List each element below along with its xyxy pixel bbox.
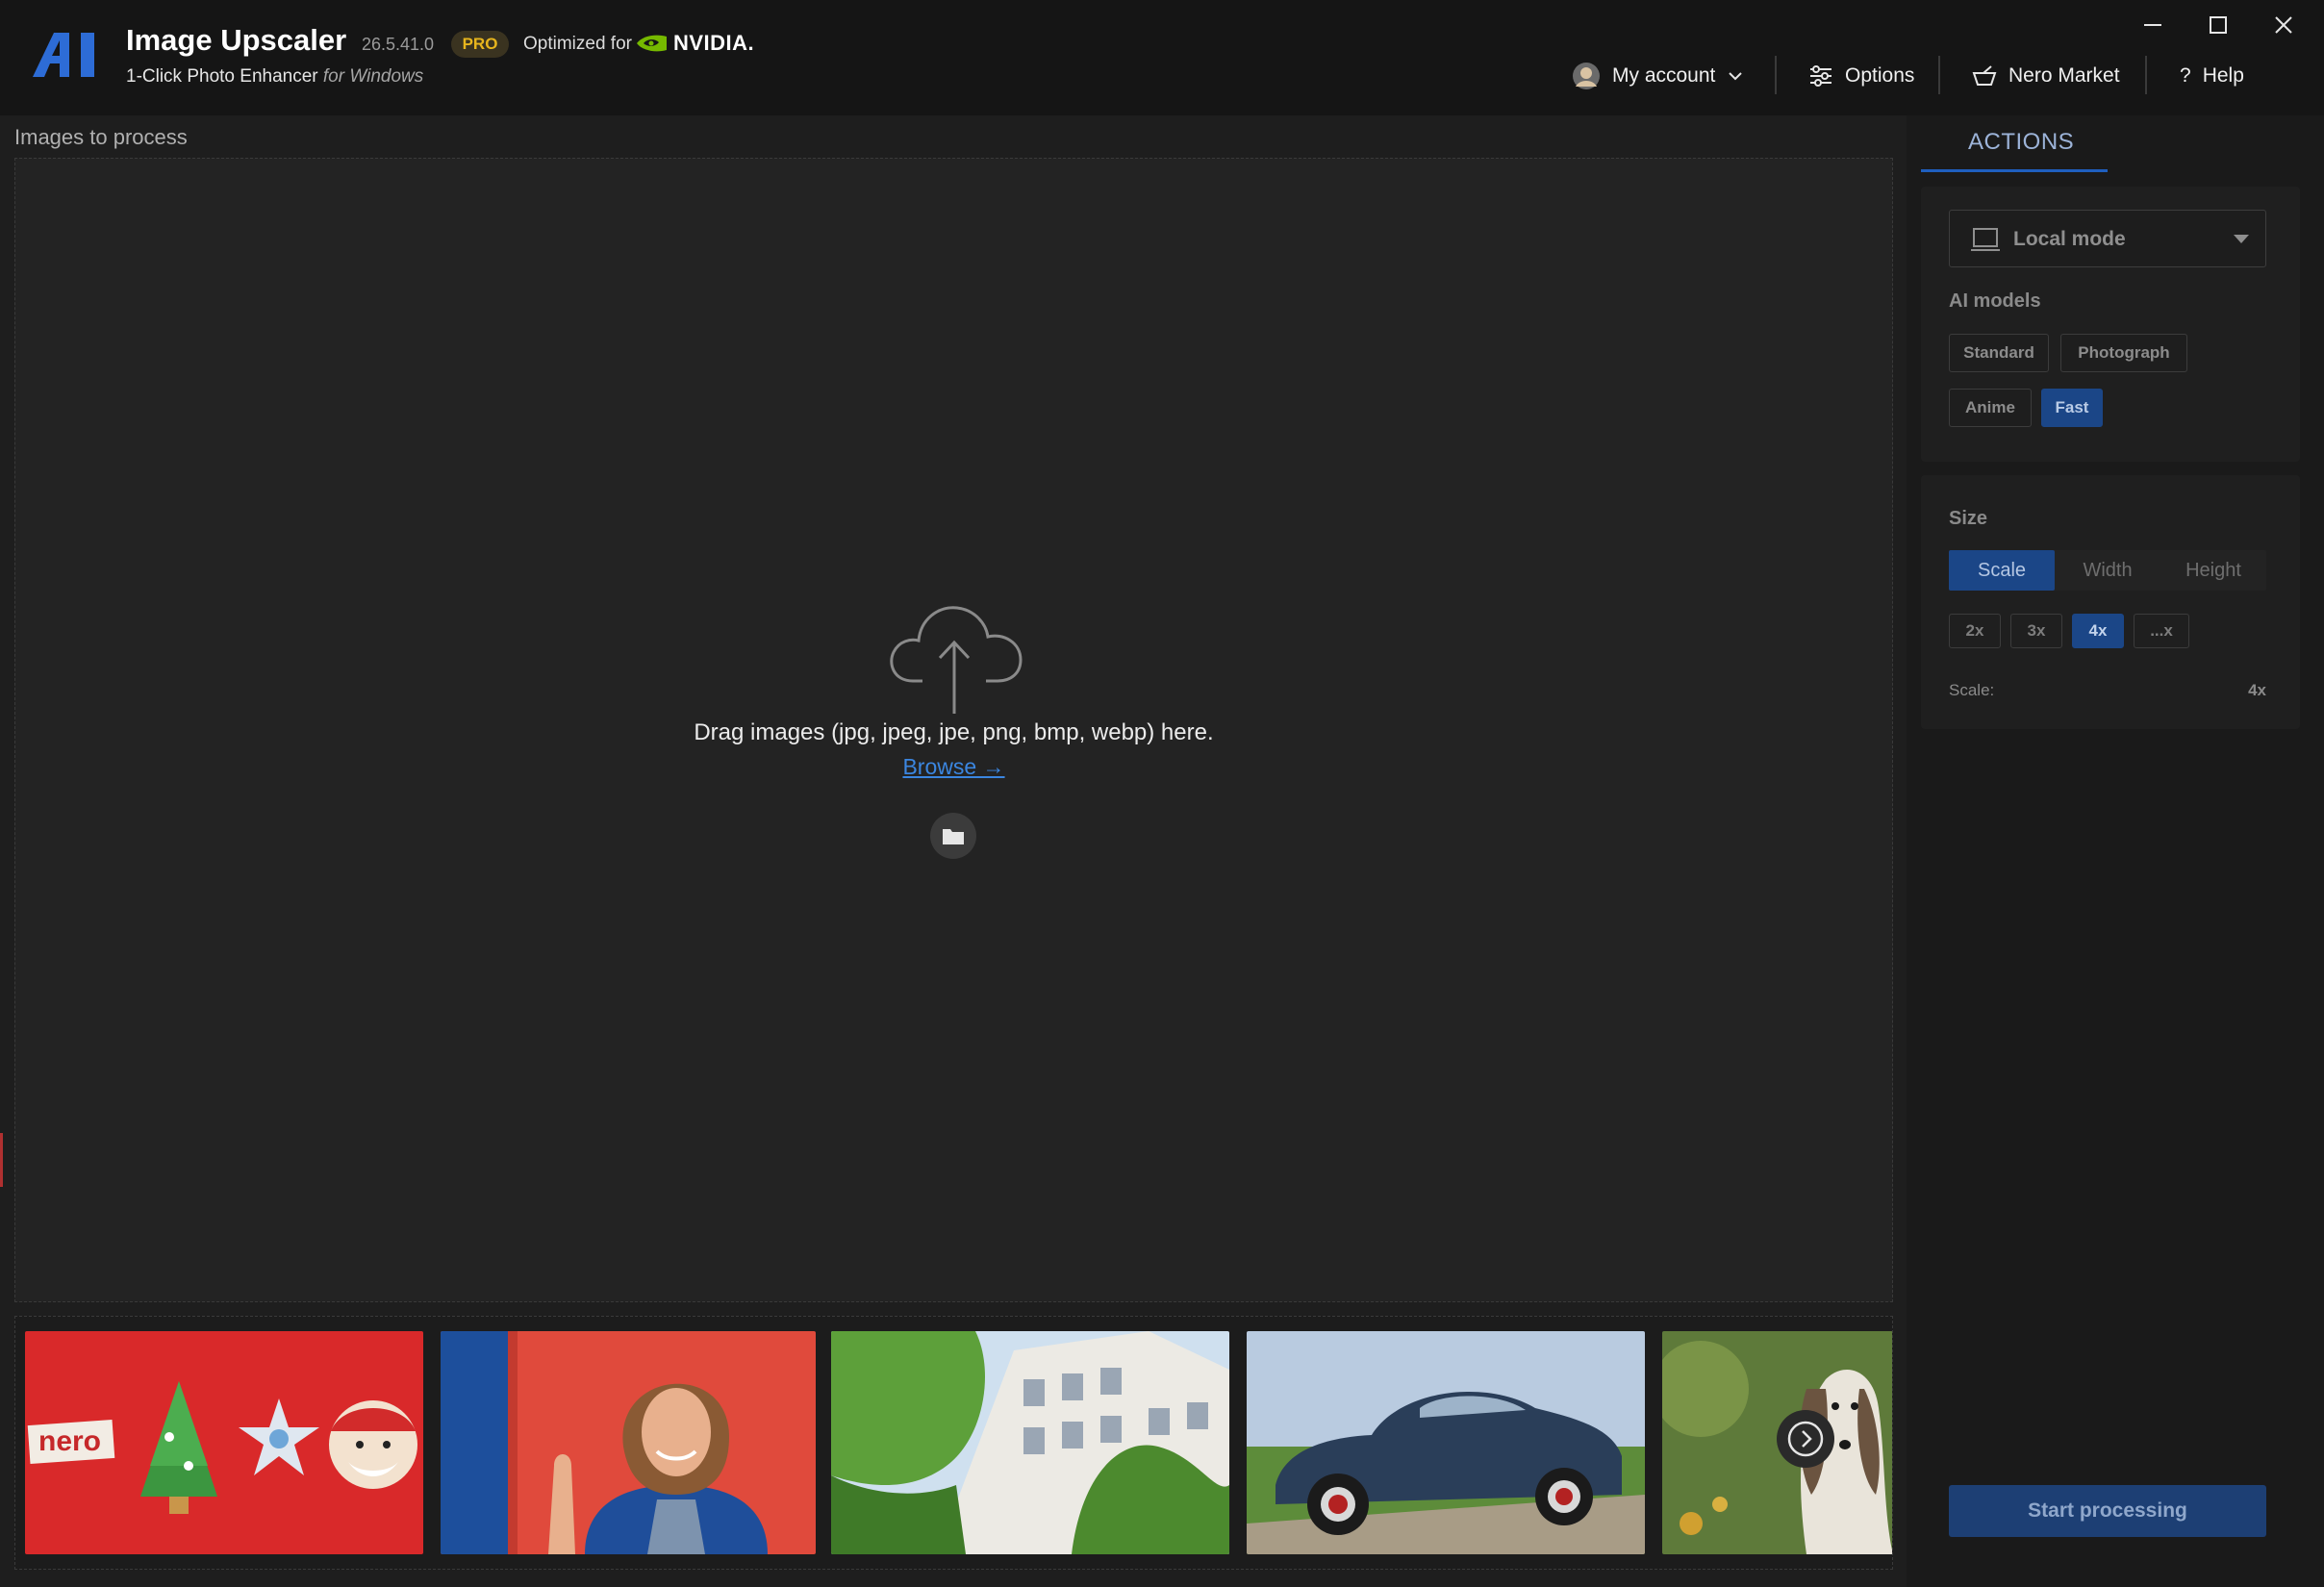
maximize-button[interactable] bbox=[2193, 8, 2243, 42]
size-scale-tab[interactable]: Scale bbox=[1949, 550, 2055, 591]
scale-label: Scale: bbox=[1949, 681, 1995, 699]
my-account-label: My account bbox=[1612, 64, 1716, 87]
scale-3x-button[interactable]: 3x bbox=[2010, 614, 2062, 648]
browse-link[interactable]: Browse → bbox=[902, 754, 1004, 779]
help-label: Help bbox=[2202, 64, 2244, 87]
chevron-right-circle-icon bbox=[1787, 1421, 1824, 1457]
sample-thumbnail[interactable] bbox=[831, 1331, 1229, 1554]
nav-divider bbox=[1938, 56, 1940, 94]
app-version: 26.5.41.0 bbox=[362, 35, 435, 54]
app-logo-icon bbox=[33, 33, 94, 77]
my-account-menu[interactable]: My account bbox=[1572, 58, 1744, 94]
minimize-button[interactable] bbox=[2128, 8, 2178, 42]
model-standard-button[interactable]: Standard bbox=[1949, 334, 2049, 372]
active-tab-indicator bbox=[1921, 169, 2108, 172]
nero-cookie-text: nero bbox=[38, 1425, 101, 1457]
avatar-icon bbox=[1573, 63, 1600, 89]
dropdown-arrow-icon bbox=[2234, 235, 2249, 243]
vintage-car-image bbox=[1247, 1331, 1645, 1554]
sliders-icon bbox=[1810, 65, 1831, 87]
minimize-icon bbox=[2144, 24, 2161, 26]
nvidia-text: NVIDIA. bbox=[673, 31, 755, 55]
scale-value: 4x bbox=[2248, 681, 2266, 699]
nvidia-logo: NVIDIA. bbox=[635, 31, 754, 56]
section-label: Images to process bbox=[14, 125, 188, 149]
nero-market-button[interactable]: Nero Market bbox=[1972, 58, 2120, 94]
size-width-tab[interactable]: Width bbox=[2055, 550, 2160, 591]
folder-icon bbox=[943, 829, 964, 844]
maximize-icon bbox=[2210, 16, 2227, 34]
size-title: Size bbox=[1949, 508, 1988, 529]
sample-images-strip: nero bbox=[14, 1316, 1893, 1570]
nero-market-label: Nero Market bbox=[2008, 64, 2120, 87]
drag-instructions: Drag images (jpg, jpeg, jpe, png, bmp, w… bbox=[694, 719, 1214, 745]
app-subtitle: 1-Click Photo Enhancer for Windows bbox=[126, 66, 424, 87]
ai-models-title: AI models bbox=[1949, 290, 2041, 312]
nvidia-eye-icon bbox=[637, 35, 667, 52]
scale-4x-button[interactable]: 4x bbox=[2072, 614, 2124, 648]
scale-2x-button[interactable]: 2x bbox=[1949, 614, 2001, 648]
christmas-cookies-image: nero bbox=[25, 1331, 423, 1554]
browse-link-container: Browse → bbox=[0, 754, 1907, 780]
title-bar: Image Upscaler 26.5.41.0 PRO Optimized f… bbox=[0, 0, 2324, 115]
close-icon bbox=[2275, 16, 2292, 34]
basket-icon bbox=[1972, 65, 1997, 86]
help-icon: ? bbox=[2180, 64, 2191, 87]
options-label: Options bbox=[1845, 64, 1915, 87]
nav-divider bbox=[2145, 56, 2147, 94]
start-processing-button[interactable]: Start processing bbox=[1949, 1485, 2266, 1537]
nav-divider bbox=[1775, 56, 1777, 94]
sample-thumbnail[interactable] bbox=[441, 1331, 816, 1554]
app-title: Image Upscaler bbox=[126, 23, 347, 57]
scale-custom-button[interactable]: ...x bbox=[2134, 614, 2189, 648]
model-photograph-button[interactable]: Photograph bbox=[2060, 334, 2187, 372]
model-anime-button[interactable]: Anime bbox=[1949, 389, 2032, 427]
help-button[interactable]: ? Help bbox=[2180, 58, 2244, 94]
building-image bbox=[831, 1331, 1229, 1554]
sample-thumbnail[interactable]: nero bbox=[25, 1331, 423, 1554]
sample-thumbnail[interactable] bbox=[1247, 1331, 1645, 1554]
cloud-upload-icon bbox=[890, 606, 1023, 714]
model-fast-button[interactable]: Fast bbox=[2041, 389, 2103, 427]
optimized-for-label: Optimized for bbox=[523, 34, 632, 54]
mode-label: Local mode bbox=[2013, 228, 2126, 250]
chevron-down-icon bbox=[1729, 72, 1743, 81]
open-folder-button[interactable] bbox=[930, 813, 976, 859]
size-height-tab[interactable]: Height bbox=[2160, 550, 2266, 591]
tab-actions[interactable]: ACTIONS bbox=[1968, 129, 2074, 156]
close-button[interactable] bbox=[2259, 8, 2309, 42]
next-samples-button[interactable] bbox=[1777, 1410, 1834, 1468]
laptop-icon bbox=[1971, 228, 2000, 251]
smiling-woman-image bbox=[441, 1331, 816, 1554]
options-button[interactable]: Options bbox=[1808, 58, 1914, 94]
mode-dropdown[interactable]: Local mode bbox=[1949, 210, 2266, 267]
platform-label: for Windows bbox=[322, 66, 424, 87]
pro-badge: PRO bbox=[451, 31, 509, 58]
window-edge-accent bbox=[0, 1133, 3, 1187]
